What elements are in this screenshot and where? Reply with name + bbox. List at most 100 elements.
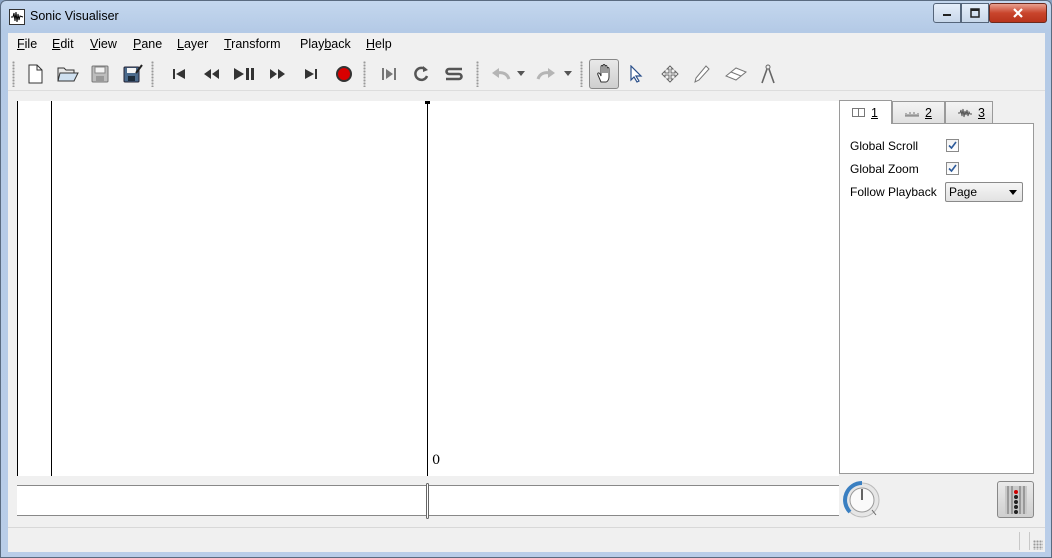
follow-playback-select[interactable]: Page — [945, 182, 1023, 202]
toolbar — [8, 55, 1045, 91]
toolbar-grip[interactable] — [476, 61, 479, 87]
toolbar-grip[interactable] — [580, 61, 583, 87]
pane-icon — [852, 108, 865, 117]
maximize-icon — [970, 8, 980, 18]
tab-3[interactable]: 3 — [945, 101, 993, 123]
navigate-tool-button[interactable] — [589, 59, 619, 89]
menu-help[interactable]: Help — [366, 37, 392, 51]
playback-speed-dial[interactable] — [842, 480, 882, 520]
loop-button[interactable] — [407, 60, 435, 88]
redo-menu-button[interactable] — [561, 60, 575, 88]
menu-pane[interactable]: Pane — [133, 37, 162, 51]
global-zoom-checkbox[interactable] — [946, 162, 959, 175]
toolbar-grip[interactable] — [151, 61, 154, 87]
select-tool-icon — [630, 65, 643, 83]
menu-view[interactable]: View — [90, 37, 117, 51]
menu-playback[interactable]: Playback — [300, 37, 351, 51]
new-session-icon — [28, 64, 43, 84]
rewind-start-button[interactable] — [165, 60, 193, 88]
checkmark-icon — [948, 141, 957, 150]
undo-menu-button[interactable] — [514, 60, 528, 88]
waveform-icon — [958, 108, 972, 117]
overview-playhead[interactable] — [426, 483, 429, 519]
playback-meter-button[interactable] — [997, 481, 1034, 518]
checkmark-icon — [948, 164, 957, 173]
fast-forward-end-button[interactable] — [297, 60, 325, 88]
measure-tool-button[interactable] — [754, 60, 782, 88]
minimize-button[interactable] — [933, 3, 961, 23]
rewind-start-icon — [173, 69, 185, 79]
navigate-tool-icon — [597, 64, 610, 83]
ruler-icon — [905, 111, 919, 116]
save-as-icon — [123, 64, 143, 83]
redo-menu-icon — [564, 71, 572, 76]
pane-divider — [51, 101, 52, 476]
play-pause-icon — [234, 68, 254, 80]
erase-tool-icon — [725, 67, 747, 81]
rewind-icon — [204, 69, 219, 79]
app-logo-icon — [9, 9, 25, 25]
main-client-area: File Edit View Pane Layer Transform Play… — [8, 33, 1045, 552]
menu-transform[interactable]: Transform — [224, 37, 281, 51]
open-button[interactable] — [54, 60, 82, 88]
play-selection-button[interactable] — [375, 60, 403, 88]
fast-forward-end-icon — [305, 69, 317, 79]
menu-edit[interactable]: Edit — [52, 37, 74, 51]
toolbar-grip[interactable] — [12, 61, 15, 87]
tab-2[interactable]: 2 — [892, 101, 945, 123]
playhead-line — [427, 101, 428, 476]
menu-bar: File Edit View Pane Layer Transform Play… — [8, 33, 1045, 55]
solo-button[interactable] — [440, 60, 468, 88]
app-window: Sonic Visualiser File Edit View Pane Lay… — [0, 0, 1052, 558]
playhead-time-label: 0 — [432, 453, 441, 468]
record-icon — [336, 66, 352, 82]
measure-tool-icon — [761, 64, 775, 84]
undo-menu-icon — [517, 71, 525, 76]
play-selection-icon — [382, 68, 396, 80]
main-pane[interactable]: 0 — [17, 101, 839, 476]
undo-icon — [492, 68, 511, 80]
play-pause-button[interactable] — [230, 60, 258, 88]
undo-button[interactable] — [487, 60, 515, 88]
save-icon — [91, 65, 109, 83]
dial-icon — [843, 481, 880, 518]
move-tool-icon — [661, 65, 679, 83]
menu-file[interactable]: File — [17, 37, 37, 51]
erase-tool-button[interactable] — [722, 60, 750, 88]
status-separator — [1019, 532, 1020, 550]
status-bar — [8, 527, 1045, 552]
close-icon — [1013, 8, 1023, 18]
move-tool-button[interactable] — [656, 60, 684, 88]
status-separator — [1029, 532, 1030, 550]
global-scroll-checkbox[interactable] — [946, 139, 959, 152]
global-scroll-label: Global Scroll — [850, 139, 919, 153]
record-button[interactable] — [330, 60, 358, 88]
minimize-icon — [943, 14, 951, 16]
redo-button[interactable] — [532, 60, 560, 88]
playhead-marker — [425, 101, 430, 104]
overview-pane[interactable] — [17, 483, 839, 519]
solo-icon — [445, 67, 463, 81]
property-stack: 1 2 3 Global Scroll Global Zoom Follow P… — [839, 100, 1034, 476]
save-button[interactable] — [86, 60, 114, 88]
open-icon — [57, 67, 79, 82]
menu-layer[interactable]: Layer — [177, 37, 208, 51]
chevron-down-icon — [1009, 190, 1017, 195]
level-meter-icon — [1004, 485, 1027, 514]
title-bar[interactable]: Sonic Visualiser — [1, 1, 1051, 33]
loop-icon — [414, 66, 429, 82]
draw-tool-icon — [694, 65, 710, 83]
select-tool-button[interactable] — [622, 60, 650, 88]
save-as-button[interactable] — [119, 60, 147, 88]
close-button[interactable] — [989, 3, 1047, 23]
draw-tool-button[interactable] — [688, 60, 716, 88]
rewind-button[interactable] — [197, 60, 225, 88]
resize-grip[interactable] — [1033, 540, 1043, 550]
maximize-button[interactable] — [961, 3, 989, 23]
toolbar-grip[interactable] — [363, 61, 366, 87]
new-session-button[interactable] — [21, 60, 49, 88]
tab-1[interactable]: 1 — [839, 100, 892, 124]
global-zoom-label: Global Zoom — [850, 162, 919, 176]
fast-forward-button[interactable] — [264, 60, 292, 88]
property-panel: Global Scroll Global Zoom Follow Playbac… — [839, 123, 1034, 474]
